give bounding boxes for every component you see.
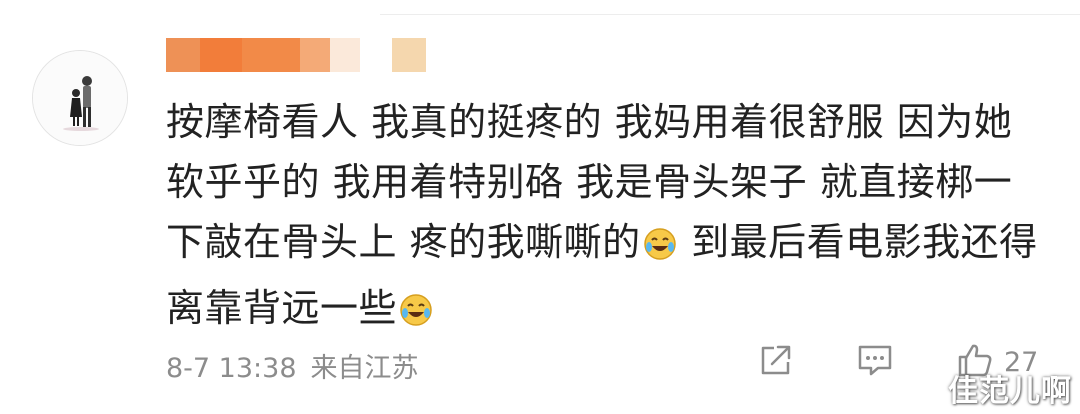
username-mask-block — [242, 38, 300, 72]
username-mask-block — [300, 38, 330, 72]
comment-text: 按摩椅看人 我真的挺疼的 我妈用着很舒服 因为她软乎乎的 我用着特别硌 我是骨头… — [166, 92, 1046, 344]
username-mask-block — [392, 38, 426, 72]
comment-card: 按摩椅看人 我真的挺疼的 我妈用着很舒服 因为她软乎乎的 我用着特别硌 我是骨头… — [0, 0, 1080, 414]
laugh-cry-emoji — [399, 284, 433, 344]
top-divider — [380, 14, 1080, 15]
username-mask-block — [200, 38, 242, 72]
comment-footer: 8-7 13:38 来自江苏 27 — [166, 338, 1080, 388]
username-mask-block — [330, 38, 360, 72]
comment-icon — [856, 342, 894, 382]
share-icon — [758, 342, 794, 382]
username-masked[interactable] — [166, 38, 426, 72]
comment-button[interactable] — [856, 342, 894, 382]
username-mask-gap — [360, 38, 392, 72]
avatar[interactable] — [32, 50, 128, 146]
watermark-text: 佳范儿啊 — [948, 374, 1072, 409]
avatar-illustration — [33, 51, 127, 145]
comment-date-time: 8-7 13:38 — [166, 353, 297, 384]
comment-meta: 8-7 13:38 来自江苏 — [166, 346, 419, 385]
comment-source: 来自江苏 — [310, 353, 419, 384]
share-button[interactable] — [758, 342, 794, 382]
laugh-cry-emoji — [643, 218, 677, 278]
username-mask-block — [166, 38, 200, 72]
